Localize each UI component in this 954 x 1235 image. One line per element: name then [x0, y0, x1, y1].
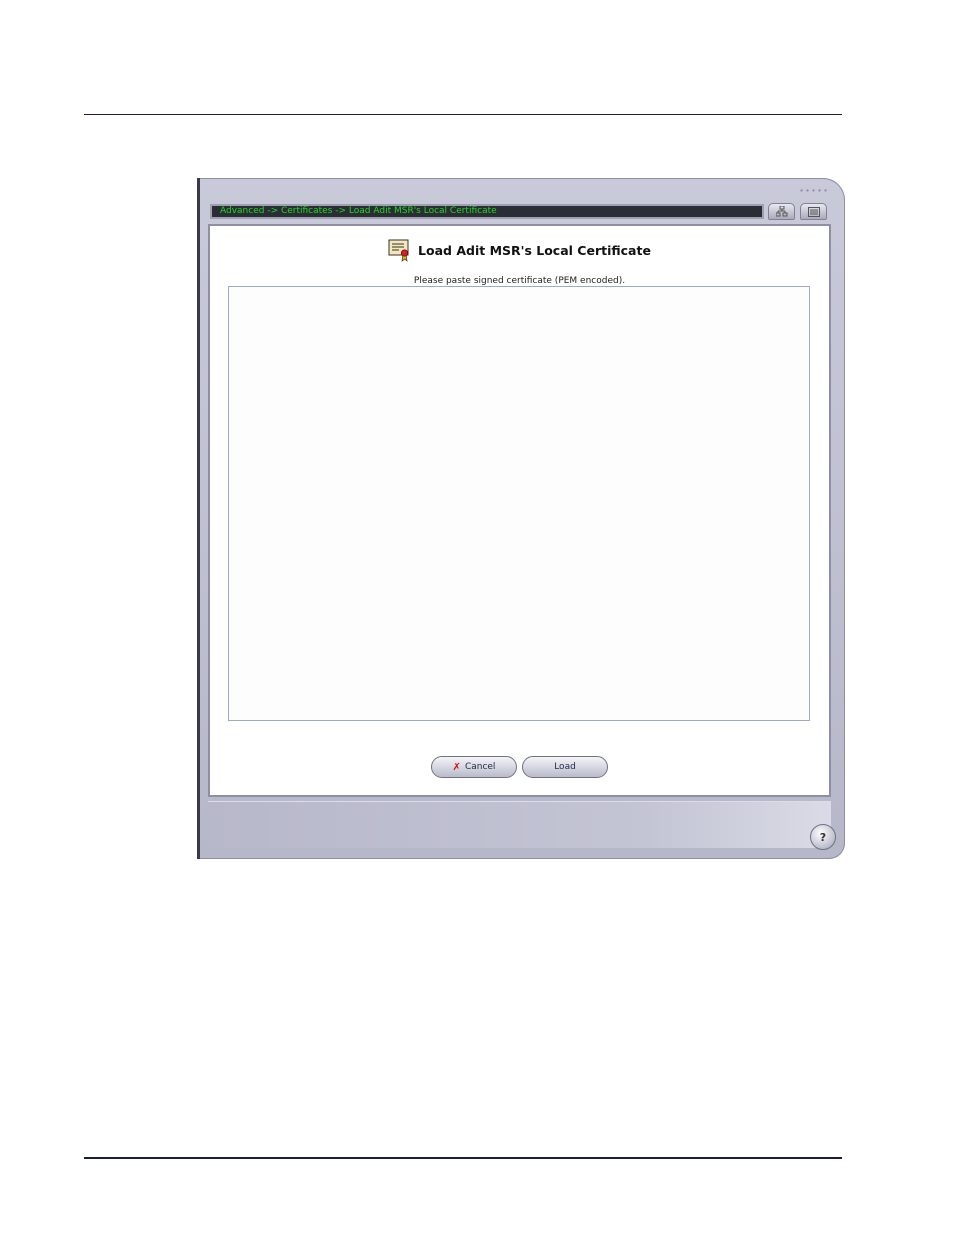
tree-view-icon	[775, 206, 787, 217]
load-button[interactable]: Load	[522, 756, 608, 778]
instruction-text: Please paste signed certificate (PEM enc…	[413, 276, 626, 286]
footer-rule	[84, 1157, 842, 1159]
list-view-icon	[807, 206, 820, 217]
dialog-header: Load Adit MSR's Local Certificate	[210, 238, 829, 262]
window-edge	[197, 178, 200, 859]
status-bar	[208, 801, 831, 848]
window-grip-icon[interactable]: ∙∙∙∙∙	[799, 186, 829, 195]
cancel-button[interactable]: ✗ Cancel	[431, 756, 517, 778]
app-window: ∙∙∙∙∙ Advanced -> Certificates -> Load A…	[197, 178, 845, 859]
help-button[interactable]: ?	[810, 824, 836, 850]
tree-view-button[interactable]	[768, 203, 795, 220]
cancel-label: Cancel	[464, 762, 496, 772]
breadcrumb: Advanced -> Certificates -> Load Adit MS…	[210, 204, 764, 219]
content-panel: Load Adit MSR's Local Certificate Please…	[208, 224, 831, 797]
load-label: Load	[554, 762, 576, 772]
certificate-textarea[interactable]	[228, 286, 810, 721]
certificate-icon	[388, 239, 409, 262]
help-icon: ?	[819, 830, 827, 844]
page-title: Load Adit MSR's Local Certificate	[418, 242, 651, 258]
list-view-button[interactable]	[800, 203, 827, 220]
x-icon: ✗	[452, 761, 461, 773]
header-rule	[84, 114, 842, 115]
